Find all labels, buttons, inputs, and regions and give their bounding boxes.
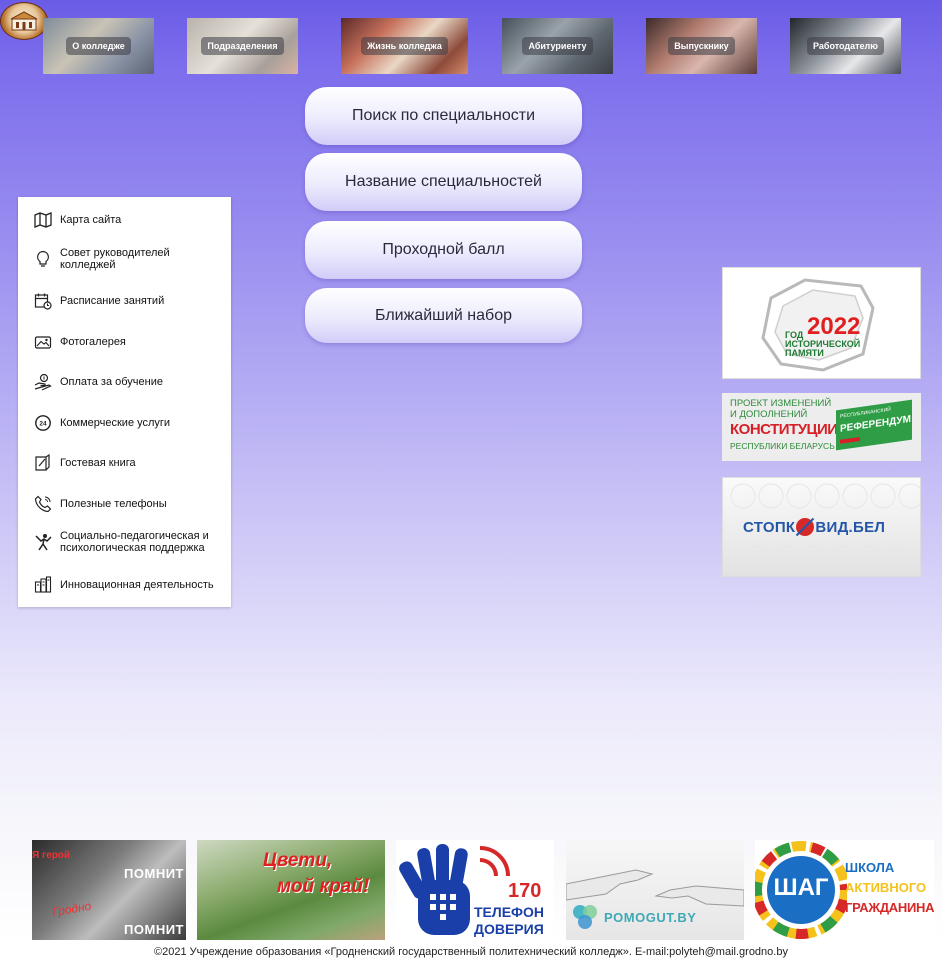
nav-graduate[interactable]: Выпускнику (646, 18, 757, 74)
sidebar-item-label: Карта сайта (60, 214, 122, 226)
phone-icon (32, 493, 54, 515)
sidebar-item-label: Инновационная деятельность (60, 579, 214, 591)
sidebar-item-guestbook[interactable]: Гостевая книга (32, 452, 228, 474)
constitution-line1: ПРОЕКТ ИЗМЕНЕНИЙ (730, 398, 832, 409)
sidebar-item-sitemap[interactable]: Карта сайта (32, 209, 228, 231)
year-number: 2022 (807, 313, 860, 340)
hero-line2-bottom: ПОМНИТ (124, 922, 184, 937)
next-enrollment-button[interactable]: Ближайший набор (305, 288, 582, 343)
shag-line1: ШКОЛА (845, 860, 895, 875)
helpline-line1: ТЕЛЕФОН (474, 904, 544, 920)
sidebar-item-label: Социально-педагогическая и психологическ… (60, 530, 209, 554)
payment-icon (32, 371, 54, 393)
pomogut-banner[interactable]: POMOGUT.BY (566, 840, 744, 940)
footer-copyright: ©2021 Учреждение образования «Гродненски… (154, 946, 788, 958)
search-by-specialty-label: Поиск по специальности (351, 107, 536, 124)
svg-text:24: 24 (39, 421, 47, 428)
shag-line2: АКТИВНОГО (845, 880, 927, 895)
calendar-icon (32, 290, 54, 312)
sidebar-item-phones[interactable]: Полезные телефоны (32, 493, 228, 515)
year-line3: ПАМЯТИ (785, 348, 824, 358)
helpline-banner[interactable]: 170 ТЕЛЕФОН ДОВЕРИЯ (396, 840, 554, 940)
sidebar-item-commercial[interactable]: 24 Коммерческие услуги (32, 412, 228, 434)
flower-line1: Цвети, (263, 850, 333, 871)
stopcovid-banner[interactable]: СТОПК ВИД.БЕЛ (722, 477, 921, 577)
nav-college-life-label: Жизнь колледжа (361, 37, 448, 55)
nav-graduate-label: Выпускнику (668, 37, 735, 55)
sidebar-item-label: Коммерческие услуги (60, 417, 171, 429)
nav-about-label: О колледже (66, 37, 131, 55)
hero-line1: Я герой (32, 850, 71, 861)
bloom-my-land-banner[interactable]: Цвети, мой край! (197, 840, 385, 940)
constitution-line4: РЕСПУБЛИКИ БЕЛАРУСЬ (730, 441, 835, 451)
specialty-names-button[interactable]: Название специальностей (305, 153, 582, 211)
nav-about[interactable]: О колледже (43, 18, 154, 74)
lightbulb-icon (32, 248, 54, 270)
stopcovid-text: СТОПК ВИД.БЕЛ (743, 517, 886, 537)
year-2022-graphic: ГОД 2022 ИСТОРИЧЕСКОЙ ПАМЯТИ (761, 278, 875, 372)
hero-line2-top: ПОМНИТ (124, 866, 184, 881)
specialty-names-label: Название специальностей (345, 173, 542, 190)
sidebar-item-label: Совет руководителей колледжей (60, 247, 170, 271)
flower-line2: мой край! (277, 876, 370, 897)
constitution-referendum-banner[interactable]: ПРОЕКТ ИЗМЕНЕНИЙ И ДОПОЛНЕНИЙ КОНСТИТУЦИ… (722, 393, 921, 461)
nav-departments-label: Подразделения (201, 37, 284, 55)
nav-employer-label: Работодателю (807, 37, 884, 55)
stopcovid-part1: СТОПК (743, 518, 796, 536)
sidebar-item-gallery[interactable]: Фотогалерея (32, 331, 228, 353)
support-icon (32, 531, 54, 553)
sidebar-item-label: Фотогалерея (60, 336, 126, 348)
passing-score-button[interactable]: Проходной балл (305, 221, 582, 279)
college-logo[interactable] (0, 2, 48, 40)
constitution-line2: И ДОПОЛНЕНИЙ (730, 409, 808, 420)
virus-icon (796, 517, 815, 537)
innovation-icon (32, 574, 54, 596)
hands-reaching-icon (566, 869, 744, 929)
nav-applicant-label: Абитуриенту (522, 37, 593, 55)
sidebar-menu: Карта сайта Совет руководителей колледже… (18, 197, 231, 607)
active-citizen-school-banner[interactable]: ШАГ ШКОЛА АКТИВНОГО ГРАЖДАНИНА (755, 840, 934, 940)
shag-line3: ГРАЖДАНИНА (845, 900, 934, 915)
nav-employer[interactable]: Работодателю (790, 18, 901, 74)
helpline-number: 170 (508, 880, 542, 902)
sidebar-item-label: Полезные телефоны (60, 498, 167, 510)
map-icon (32, 209, 54, 231)
nav-departments[interactable]: Подразделения (187, 18, 298, 74)
constitution-line3: КОНСТИТУЦИИ (730, 421, 838, 438)
helpline-line2: ДОВЕРИЯ (474, 921, 544, 937)
sidebar-item-council[interactable]: Совет руководителей колледжей (32, 247, 228, 271)
guestbook-icon (32, 452, 54, 474)
search-by-specialty-button[interactable]: Поиск по специальности (305, 87, 582, 145)
sidebar-item-label: Оплата за обучение (60, 376, 163, 388)
sidebar-item-innovation[interactable]: Инновационная деятельность (32, 574, 228, 596)
passing-score-label: Проходной балл (382, 241, 505, 258)
next-enrollment-label: Ближайший набор (375, 306, 512, 324)
pomogut-text: POMOGUT.BY (604, 910, 697, 925)
stopcovid-part2: ВИД.БЕЛ (815, 518, 886, 536)
nav-applicant[interactable]: Абитуриенту (502, 18, 613, 74)
referendum-flag-stripe (840, 436, 860, 444)
sidebar-item-payment[interactable]: Оплата за обучение (32, 371, 228, 393)
sidebar-item-schedule[interactable]: Расписание занятий (32, 290, 228, 312)
hero-remembers-banner[interactable]: Я герой Гродно ПОМНИТ ПОМНИТ (32, 840, 186, 940)
24h-service-icon: 24 (32, 412, 54, 434)
nav-college-life[interactable]: Жизнь колледжа (341, 18, 468, 74)
photo-icon (32, 331, 54, 353)
sidebar-item-support[interactable]: Социально-педагогическая и психологическ… (32, 530, 228, 554)
sidebar-item-label: Гостевая книга (60, 457, 136, 469)
historical-memory-year-banner[interactable]: ГОД 2022 ИСТОРИЧЕСКОЙ ПАМЯТИ (722, 267, 921, 379)
referendum-badge: РЕСПУБЛИКАНСКИЙ РЕФЕРЕНДУМ (836, 399, 912, 451)
college-building-icon (10, 11, 38, 31)
hero-script: Гродно (51, 898, 93, 920)
shag-logo: ШАГ (773, 874, 829, 901)
sidebar-item-label: Расписание занятий (60, 295, 165, 307)
